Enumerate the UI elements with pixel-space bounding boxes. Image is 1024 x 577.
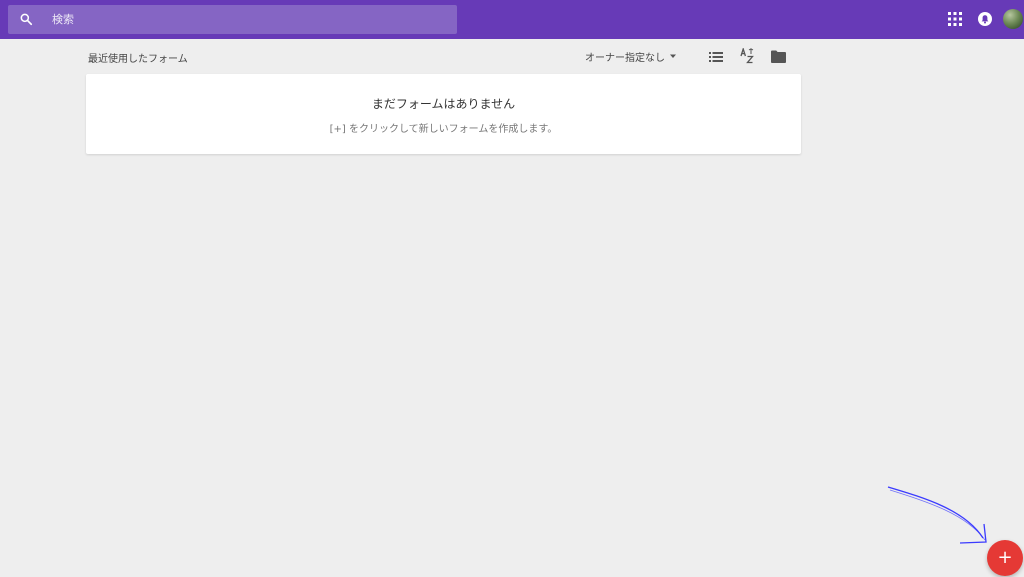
create-form-button[interactable]: + — [987, 540, 1023, 576]
top-app-bar — [0, 0, 1024, 39]
annotation-arrow-icon — [887, 486, 987, 544]
empty-state-card: まだフォームはありません [+] をクリックして新しいフォームを作成します。 — [86, 74, 801, 154]
avatar[interactable] — [1003, 9, 1023, 29]
list-view-icon[interactable] — [709, 50, 723, 64]
folder-icon[interactable] — [771, 50, 786, 63]
search-icon[interactable] — [19, 12, 33, 26]
search-bar[interactable] — [8, 5, 457, 34]
owner-filter-label: オーナー指定なし — [585, 52, 665, 64]
owner-filter-dropdown[interactable]: オーナー指定なし — [585, 49, 677, 64]
recent-forms-heading: 最近使用したフォーム — [88, 54, 188, 65]
forms-home-page: 最近使用したフォーム オーナー指定なし まだフォームはありません [+] をクリ… — [0, 0, 1024, 577]
empty-state-subtitle: [+] をクリックして新しいフォームを作成します。 — [329, 124, 558, 135]
empty-state-title: まだフォームはありません — [371, 97, 516, 111]
notifications-icon[interactable] — [977, 11, 993, 27]
search-input[interactable] — [52, 5, 447, 34]
apps-grid-icon[interactable] — [948, 12, 962, 26]
sort-az-icon[interactable] — [740, 48, 755, 64]
caret-down-icon — [670, 54, 676, 58]
